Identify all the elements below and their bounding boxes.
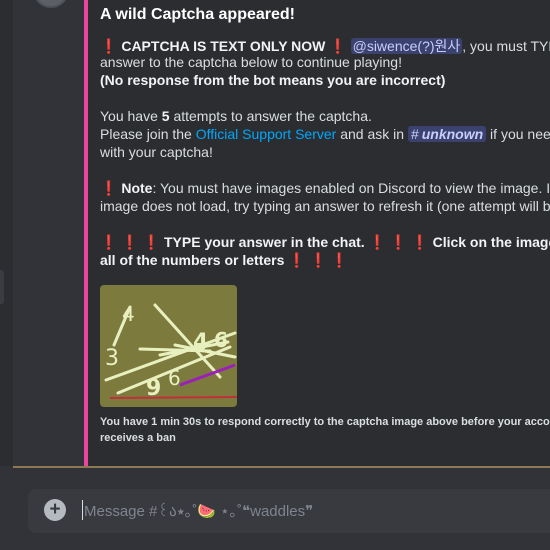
captcha-text-only-label: CAPTCHA IS TEXT ONLY NOW (121, 38, 326, 54)
timer-line-2: receives a ban (100, 432, 176, 444)
exclamation-icon: ❗ (329, 38, 347, 54)
numbers-instruction-line: all of the numbers or letters ❗ ❗ ❗ (100, 252, 348, 269)
channel-name: unknown (421, 126, 484, 142)
note-line: ❗ Note: You must have images enabled on … (100, 180, 550, 197)
divider (13, 466, 550, 468)
attempts-count: 5 (161, 108, 170, 124)
attempts-post: attempts to answer the captcha. (169, 108, 372, 124)
support-line: Please join the Official Support Server … (100, 126, 550, 142)
join-pre: Please join the (100, 126, 196, 142)
message-input[interactable] (84, 500, 524, 522)
exclamation-icon: ❗ (309, 252, 328, 268)
exclamation-icon: ❗ (100, 180, 118, 196)
captcha-glyph: 6 (168, 366, 181, 390)
note-line-2: image does not load, try typing an answe… (100, 198, 550, 214)
exclamation-icon: ❗ (411, 234, 429, 250)
exclamation-icon: ❗ (368, 234, 387, 250)
captcha-glyph: 3 (105, 346, 119, 371)
exclamation-icon: ❗ (288, 252, 306, 268)
plus-circle-icon[interactable]: + (44, 499, 66, 521)
exclamation-icon: ❗ (100, 38, 118, 54)
type-instruction: TYPE your answer in the chat. (163, 234, 365, 250)
instruction-line: answer to the captcha below to continue … (100, 54, 402, 70)
scroll-marker (0, 270, 4, 304)
warning-tail: , you must TYPE y (462, 38, 550, 54)
captcha-glyph: 4 (193, 330, 208, 355)
text-caret (82, 500, 83, 520)
join-mid: and ask in (336, 126, 408, 142)
user-mention[interactable]: @siwence(?)원사 (350, 38, 463, 54)
captcha-image[interactable]: 4 3 4 6 9 6 (100, 285, 237, 407)
exclamation-icon: ❗ (389, 234, 408, 250)
captcha-warning-line: ❗ CAPTCHA IS TEXT ONLY NOW ❗ @siwence(?)… (100, 36, 550, 56)
captcha-glyph: 9 (146, 376, 161, 401)
numbers-instruction: all of the numbers or letters (100, 252, 285, 268)
exclamation-icon: ❗ (330, 252, 349, 268)
channel-mention[interactable]: # unknown (407, 126, 487, 142)
captcha-glyph: 4 (122, 302, 135, 326)
support-server-link[interactable]: Official Support Server (196, 126, 337, 142)
hash-icon: # (410, 126, 419, 142)
click-instruction: Click on the image to v (432, 234, 550, 250)
exclamation-icon: ❗ (100, 234, 118, 250)
support-line-end: with your captcha! (100, 144, 213, 160)
captcha-glyph: 6 (214, 328, 228, 352)
join-post: if you need he (490, 126, 550, 142)
attempts-pre: You have (100, 108, 162, 124)
note-label: Note (121, 180, 153, 196)
no-response-line: (No response from the bot means you are … (100, 72, 446, 88)
embed-title: A wild Captcha appeared! (100, 6, 295, 23)
left-rail (0, 0, 13, 466)
timer-line: You have 1 min 30s to respond correctly … (100, 416, 550, 428)
type-instruction-line: ❗ ❗ ❗ TYPE your answer in the chat. ❗ ❗ … (100, 234, 550, 251)
note-text: : You must have images enabled on Discor… (152, 180, 550, 196)
chat-area: A wild Captcha appeared! ❗ CAPTCHA IS TE… (0, 0, 550, 466)
avatar[interactable] (33, 0, 69, 8)
attempts-line: You have 5 attempts to answer the captch… (100, 108, 372, 124)
exclamation-icon: ❗ (142, 234, 161, 250)
exclamation-icon: ❗ (121, 234, 139, 250)
